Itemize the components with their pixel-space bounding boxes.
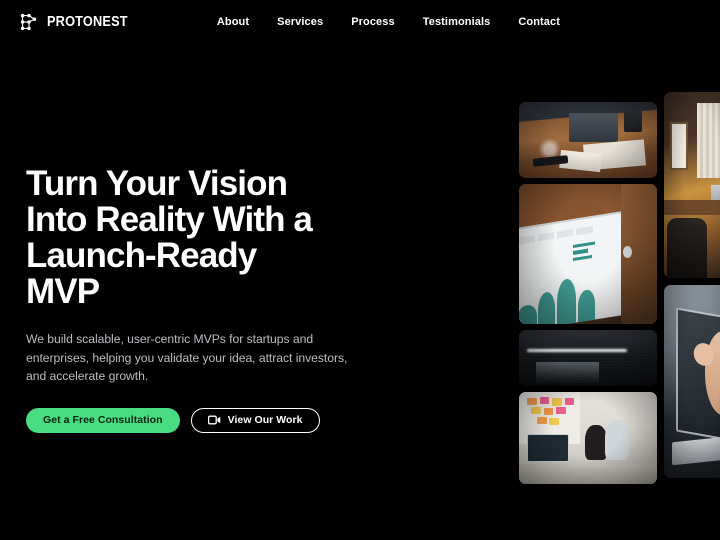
hero-cta-row: Get a Free Consultation View Our Work: [26, 407, 426, 433]
site-header: PROTONEST About Services Process Testimo…: [0, 0, 720, 44]
brand-name: PROTONEST: [47, 14, 128, 30]
video-camera-icon: [207, 415, 220, 425]
collage-image-desk-papers: [519, 102, 657, 178]
collage-image-office-interior: [664, 92, 720, 278]
collage-image-hand-laptop: [664, 285, 720, 478]
nav-item-contact[interactable]: Contact: [518, 16, 560, 28]
hero-image-collage: [519, 92, 720, 488]
collage-image-analytics-dashboard: [519, 184, 657, 324]
collage-image-team-meeting: [519, 392, 657, 484]
nav-item-process[interactable]: Process: [351, 16, 395, 28]
landing-page: PROTONEST About Services Process Testimo…: [0, 0, 720, 540]
network-nodes-icon: [20, 13, 37, 31]
view-our-work-button[interactable]: View Our Work: [190, 407, 320, 433]
hero-subcopy: We build scalable, user-centric MVPs for…: [26, 332, 348, 384]
hero-section: Turn Your Vision Into Reality With a Lau…: [26, 166, 426, 433]
collage-image-glass-desk: [519, 330, 657, 386]
hero-headline: Turn Your Vision Into Reality With a Lau…: [26, 164, 313, 311]
nav-item-services[interactable]: Services: [277, 16, 323, 28]
get-free-consultation-button[interactable]: Get a Free Consultation: [26, 407, 180, 433]
main-nav: About Services Process Testimonials Cont…: [217, 16, 560, 28]
nav-item-about[interactable]: About: [217, 16, 249, 28]
secondary-cta-label: View Our Work: [227, 414, 303, 427]
nav-item-testimonials[interactable]: Testimonials: [423, 16, 491, 28]
brand-logo[interactable]: PROTONEST: [18, 11, 139, 33]
primary-cta-label: Get a Free Consultation: [43, 414, 163, 427]
